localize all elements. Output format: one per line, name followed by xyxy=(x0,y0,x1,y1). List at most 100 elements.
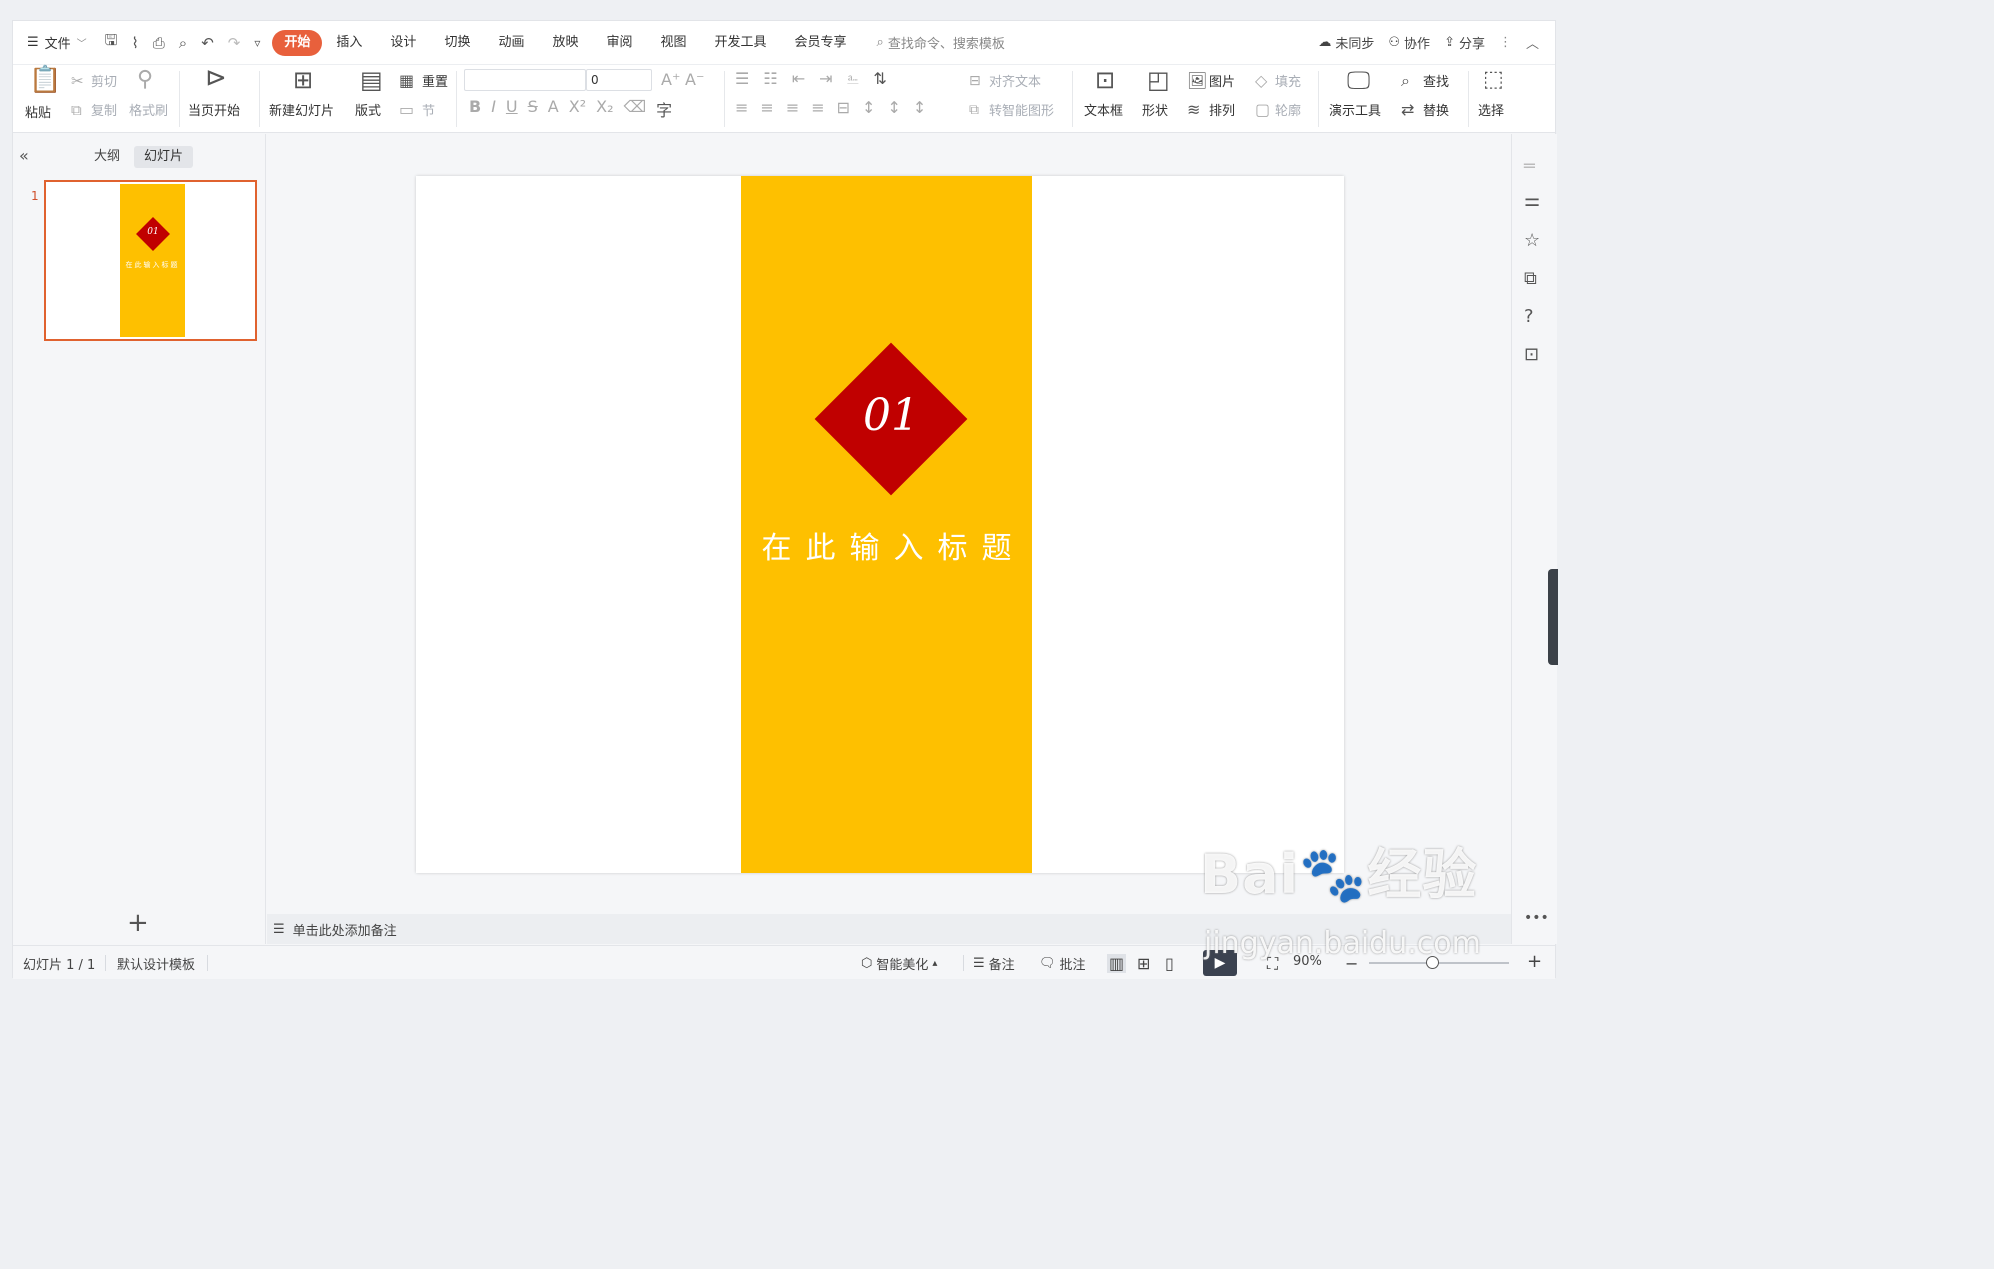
cut-button[interactable]: 剪切 xyxy=(91,71,117,90)
distribute-icon[interactable]: ⊟ xyxy=(837,98,850,117)
comments-button[interactable]: 🗨 批注 xyxy=(1039,954,1086,973)
paste-button[interactable]: 粘贴 xyxy=(25,102,51,121)
line-spacing-sort-icon[interactable]: ⇅ xyxy=(873,69,886,89)
tab-animation[interactable]: 动画 xyxy=(484,30,538,56)
command-search[interactable]: ⌕ 查找命令、搜索模板 xyxy=(877,33,1005,52)
slides-switch-icon[interactable]: ⧉ xyxy=(1524,268,1537,289)
reading-view-icon[interactable]: ▯ xyxy=(1165,954,1174,973)
increase-indent-icon[interactable]: ⇥ xyxy=(819,69,832,89)
collapse-panel-icon[interactable]: « xyxy=(19,146,29,165)
line-spacing-icon[interactable]: ↕ xyxy=(862,98,875,117)
justify-icon[interactable]: ≡ xyxy=(811,98,824,117)
textbox-icon[interactable]: ⊡ xyxy=(1095,68,1115,92)
present-tools-icon[interactable]: 🖵 xyxy=(1347,68,1370,92)
bold-icon[interactable]: B xyxy=(469,97,481,121)
tab-slideshow[interactable]: 放映 xyxy=(538,30,592,56)
superscript-icon[interactable]: X² xyxy=(569,97,586,121)
slide-thumbnail[interactable]: 01 在此输入标题 xyxy=(44,180,257,341)
tab-review[interactable]: 审阅 xyxy=(592,30,646,56)
font-name-select[interactable] xyxy=(464,69,586,91)
strikethrough-icon[interactable]: S xyxy=(528,97,538,121)
side-tab-2[interactable] xyxy=(1548,597,1558,665)
format-painter-qa-icon[interactable]: ⌇ xyxy=(131,34,138,52)
para-spacing-icon[interactable]: ↕ xyxy=(887,98,900,117)
star-icon[interactable]: ☆ xyxy=(1524,230,1540,251)
convert-smartart-button[interactable]: 转智能图形 xyxy=(989,100,1054,119)
sorter-view-icon[interactable]: ⊞ xyxy=(1137,954,1150,973)
vertical-scrollbar[interactable] xyxy=(1497,139,1505,839)
template-name[interactable]: 默认设计模板 xyxy=(117,954,195,973)
more-vertical-icon[interactable]: ⋮ xyxy=(1499,35,1512,50)
customize-qa-icon[interactable]: ▿ xyxy=(254,36,260,50)
select-button[interactable]: 选择 xyxy=(1478,100,1504,119)
tab-slides[interactable]: 幻灯片 xyxy=(134,146,194,168)
italic-icon[interactable]: I xyxy=(491,97,496,121)
sync-button[interactable]: ☁ 未同步 xyxy=(1318,33,1374,52)
zoom-in-icon[interactable]: + xyxy=(1527,951,1542,972)
clear-format-icon[interactable]: ⌫ xyxy=(624,97,647,121)
new-slide-button[interactable]: 新建幻灯片 xyxy=(269,100,334,119)
align-center-icon[interactable]: ≡ xyxy=(760,98,773,117)
shape-button[interactable]: 形状 xyxy=(1142,100,1168,119)
fill-button[interactable]: 填充 xyxy=(1275,71,1301,90)
slide[interactable]: 01 在此输入标题 xyxy=(416,176,1344,873)
reset-button[interactable]: 重置 xyxy=(422,71,448,90)
play-circle-icon[interactable]: ⊳ xyxy=(205,65,227,91)
tab-member[interactable]: 会员专享 xyxy=(781,30,861,56)
more-icon[interactable]: ••• xyxy=(1524,910,1549,926)
print-preview-icon[interactable]: ⌕ xyxy=(179,34,187,52)
notes-button[interactable]: ☰ 备注 xyxy=(973,954,1015,973)
layout-icon[interactable]: ▤ xyxy=(360,68,383,92)
textbox-button[interactable]: 文本框 xyxy=(1084,100,1123,119)
font-color-icon[interactable]: A xyxy=(548,97,559,121)
normal-view-icon[interactable]: ▥ xyxy=(1107,954,1127,973)
print-icon[interactable]: ⎙ xyxy=(153,34,165,52)
align-text-button[interactable]: 对齐文本 xyxy=(989,71,1041,90)
subscript-icon[interactable]: X₂ xyxy=(596,97,613,121)
help-icon[interactable]: ? xyxy=(1524,306,1534,327)
decrease-indent-icon[interactable]: ⇤ xyxy=(792,69,805,89)
undo-icon[interactable]: ↶ xyxy=(201,34,214,52)
redo-icon[interactable]: ↷ xyxy=(228,34,241,52)
font-size-select[interactable]: 0 xyxy=(586,69,652,91)
text-direction-icon[interactable]: ⎁ xyxy=(847,69,860,89)
section-button[interactable]: 节 xyxy=(422,100,435,119)
beautify-button[interactable]: ⬡ 智能美化 ▴ xyxy=(861,954,937,973)
add-slide-icon[interactable]: + xyxy=(127,910,149,936)
tab-developer[interactable]: 开发工具 xyxy=(701,30,781,56)
file-menu[interactable]: ☰ 文件 ﹀ xyxy=(13,21,101,65)
picture-button[interactable]: 图片 xyxy=(1209,71,1235,90)
play-from-current-button[interactable]: 当页开始 xyxy=(188,100,240,119)
present-tools-button[interactable]: 演示工具 xyxy=(1329,100,1381,119)
tab-insert[interactable]: 插入 xyxy=(322,30,376,56)
tab-transition[interactable]: 切换 xyxy=(430,30,484,56)
format-painter-button[interactable]: 格式刷 xyxy=(129,100,168,119)
properties-icon[interactable]: ⚌ xyxy=(1524,190,1540,211)
copy-button[interactable]: 复制 xyxy=(91,100,117,119)
slide-number-text[interactable]: 01 xyxy=(816,390,966,441)
align-right-icon[interactable]: ≡ xyxy=(786,98,799,117)
save-icon[interactable]: 🖫 xyxy=(105,30,118,55)
bullets-icon[interactable]: ☰ xyxy=(735,69,749,89)
shape-icon[interactable]: ◰ xyxy=(1147,68,1170,92)
new-slide-icon[interactable]: ⊞ xyxy=(293,68,313,92)
tab-design[interactable]: 设计 xyxy=(376,30,430,56)
paste-icon[interactable]: 📋 xyxy=(29,67,61,93)
slide-title-text[interactable]: 在此输入标题 xyxy=(741,523,1032,567)
font-grow-icon[interactable]: A⁺ xyxy=(661,69,680,91)
select-icon[interactable]: ⬚ xyxy=(1483,69,1504,91)
backup-icon[interactable]: ⊡ xyxy=(1524,344,1539,365)
outline-button[interactable]: 轮廓 xyxy=(1275,100,1301,119)
replace-button[interactable]: 替换 xyxy=(1423,100,1449,119)
align-left-icon[interactable]: ≡ xyxy=(735,98,748,117)
font-shrink-icon[interactable]: A⁻ xyxy=(685,69,704,91)
layout-button[interactable]: 版式 xyxy=(355,100,381,119)
find-button[interactable]: 查找 xyxy=(1423,71,1449,90)
collab-button[interactable]: ⚇ 协作 xyxy=(1388,33,1430,52)
phonetic-icon[interactable]: 字 xyxy=(656,97,672,121)
share-button[interactable]: ⇪ 分享 xyxy=(1444,33,1485,52)
zoom-slider-track[interactable] xyxy=(1369,962,1509,964)
tab-outline[interactable]: 大纲 xyxy=(84,146,130,168)
tab-home[interactable]: 开始 xyxy=(272,29,323,56)
numbering-icon[interactable]: ☷ xyxy=(763,69,777,89)
